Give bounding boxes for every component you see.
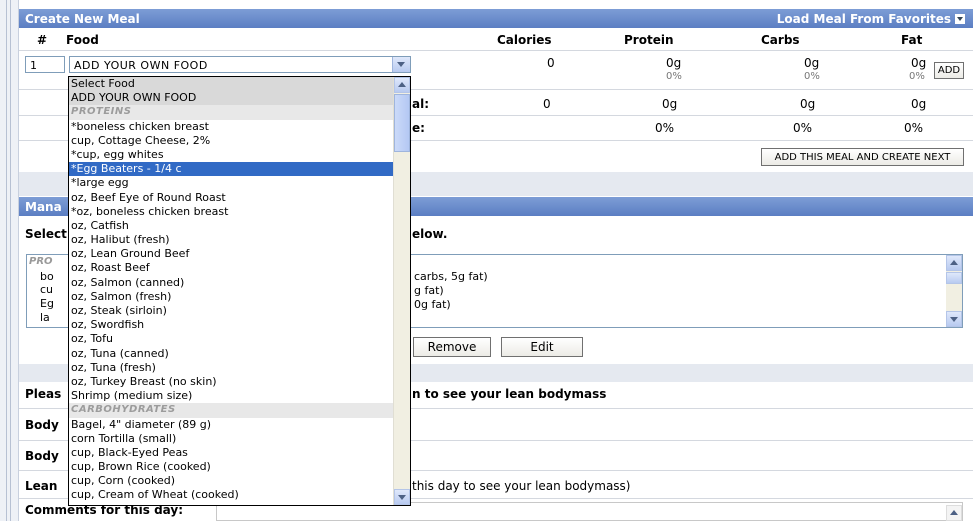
chevron-up-icon[interactable]: [394, 77, 410, 93]
meal-row-number: 1: [25, 56, 65, 73]
row-carbs-pct: 0%: [804, 71, 820, 82]
body-label-1: Body: [25, 418, 59, 432]
food-option[interactable]: oz, Tuna (fresh): [69, 361, 394, 375]
food-option[interactable]: oz, Catfish: [69, 219, 394, 233]
lean-label: Lean: [25, 479, 58, 493]
food-option[interactable]: oz, Tofu: [69, 332, 394, 346]
row-carbs: 0g: [804, 56, 820, 70]
totals-label: al:: [412, 97, 430, 111]
row-protein: 0g: [666, 56, 682, 70]
scroll-thumb[interactable]: [946, 272, 962, 284]
listbox-right-1: g fat): [414, 284, 444, 297]
please-text-right: n to see your lean bodymass: [412, 387, 607, 401]
food-option[interactable]: cup, Brown Rice (cooked): [69, 460, 394, 474]
row-fat-pct: 0%: [909, 71, 925, 82]
listbox-fragment-0: PRO: [29, 256, 53, 267]
dropdown-scrollbar[interactable]: [393, 77, 410, 505]
col-calories: Calories: [497, 33, 552, 47]
total-carbs: 0g: [800, 97, 816, 111]
food-option[interactable]: ADD YOUR OWN FOOD: [69, 91, 394, 106]
remove-button[interactable]: Remove: [413, 337, 491, 357]
pct-protein: 0%: [655, 121, 675, 135]
total-fat: 0g: [911, 97, 927, 111]
dropdown-arrow-icon[interactable]: [955, 14, 965, 24]
option-group-label: PROTEINS: [69, 105, 394, 120]
food-option[interactable]: *oz, boneless chicken breast: [69, 205, 394, 219]
col-protein: Protein: [624, 33, 674, 47]
add-food-button[interactable]: ADD: [934, 62, 964, 79]
food-option[interactable]: cup, Cottage Cheese, 2%: [69, 134, 394, 148]
scroll-thumb[interactable]: [394, 94, 410, 152]
listbox-fragment-3: Eg: [40, 297, 54, 310]
listbox-right-0: carbs, 5g fat): [414, 270, 488, 283]
food-option[interactable]: Select Food: [69, 77, 394, 92]
pct-fat: 0%: [904, 121, 924, 135]
chevron-up-icon[interactable]: [946, 255, 962, 271]
manage-title: Mana: [25, 200, 62, 214]
chevron-down-icon[interactable]: [392, 57, 410, 72]
option-group-label: CARBOHYDRATES: [69, 403, 394, 418]
food-option[interactable]: Bagel, 4" diameter (89 g): [69, 418, 394, 432]
create-meal-header: Create New Meal Load Meal From Favorites: [19, 9, 973, 28]
food-option[interactable]: oz, Salmon (canned): [69, 276, 394, 290]
percentages-label: e:: [412, 121, 425, 135]
food-option[interactable]: oz, Steak (sirloin): [69, 304, 394, 318]
load-favorites-link[interactable]: Load Meal From Favorites: [777, 12, 965, 26]
chevron-up-icon[interactable]: [946, 505, 962, 521]
listbox-fragment-4: la: [40, 311, 50, 324]
body-label-2: Body: [25, 449, 59, 463]
food-option[interactable]: oz, Roast Beef: [69, 261, 394, 275]
food-option[interactable]: oz, Lean Ground Beef: [69, 247, 394, 261]
food-option[interactable]: cup, Corn (cooked): [69, 474, 394, 488]
food-option[interactable]: *boneless chicken breast: [69, 120, 394, 134]
row-fat: 0g: [911, 56, 927, 70]
food-option[interactable]: oz, Swordfish: [69, 318, 394, 332]
add-meal-create-next-button[interactable]: ADD THIS MEAL AND CREATE NEXT: [761, 148, 964, 166]
manage-instruction-left: Select: [25, 227, 67, 241]
total-calories: 0: [543, 97, 551, 111]
create-meal-title: Create New Meal: [25, 12, 140, 26]
food-option[interactable]: oz, Tuna (canned): [69, 347, 394, 361]
col-num: #: [37, 33, 48, 47]
listbox-right-2: 0g fat): [414, 298, 451, 311]
listbox-fragment-2: cu: [40, 283, 54, 296]
col-fat: Fat: [901, 33, 923, 47]
food-select-value: ADD YOUR OWN FOOD: [74, 59, 208, 72]
listbox-fragment-1: bo: [40, 270, 54, 283]
lean-text-right: this day to see your lean bodymass): [412, 479, 631, 493]
food-option[interactable]: corn Tortilla (small): [69, 432, 394, 446]
row-calories: 0: [547, 56, 555, 70]
col-carbs: Carbs: [761, 33, 800, 47]
food-option[interactable]: *large egg: [69, 176, 394, 190]
total-protein: 0g: [662, 97, 678, 111]
food-option[interactable]: oz, Halibut (fresh): [69, 233, 394, 247]
food-dropdown-list[interactable]: Select Food ADD YOUR OWN FOOD PROTEINS *bon…: [68, 76, 411, 506]
manage-instruction-right: elow.: [412, 227, 448, 241]
chevron-down-icon[interactable]: [946, 311, 962, 327]
please-text-left: Pleas: [25, 387, 62, 401]
food-option[interactable]: cup, Cream of Wheat (cooked): [69, 488, 394, 502]
edit-button[interactable]: Edit: [501, 337, 583, 357]
left-rail: [0, 0, 19, 521]
food-option[interactable]: Shrimp (medium size): [69, 389, 394, 403]
row-protein-pct: 0%: [666, 71, 682, 82]
food-option[interactable]: *Egg Beaters - 1/4 c: [69, 162, 394, 177]
food-option[interactable]: oz, Salmon (fresh): [69, 290, 394, 304]
chevron-down-icon[interactable]: [394, 489, 410, 505]
col-food: Food: [66, 33, 99, 47]
food-option[interactable]: oz, Beef Eye of Round Roast: [69, 191, 394, 205]
food-option[interactable]: *cup, egg whites: [69, 148, 394, 162]
food-option[interactable]: cup, Black-Eyed Peas: [69, 446, 394, 460]
pct-carbs: 0%: [793, 121, 813, 135]
food-select[interactable]: ADD YOUR OWN FOOD: [69, 56, 411, 73]
food-options: Select Food ADD YOUR OWN FOOD PROTEINS *bon…: [69, 77, 394, 503]
food-option[interactable]: oz, Turkey Breast (no skin): [69, 375, 394, 389]
